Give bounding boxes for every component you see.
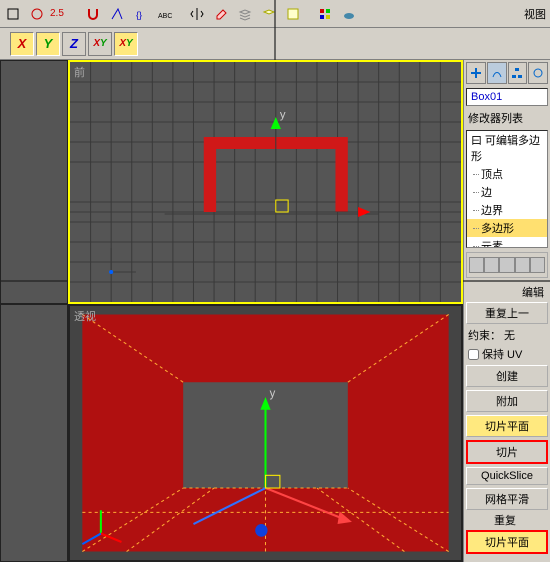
modstack-item[interactable]: 边 [467, 183, 547, 201]
modstack-item[interactable]: 元素 [467, 237, 547, 248]
viewport-label: 前 [74, 64, 85, 80]
modstack-item[interactable]: 多边形 [467, 219, 547, 237]
viewport-label: 透视 [74, 308, 96, 324]
svg-text:y: y [280, 109, 286, 121]
svg-text:y: y [270, 388, 276, 400]
viewport-area: 前 [0, 60, 463, 562]
modifier-stack[interactable]: 曰 可编辑多边形 顶点 边 边界 多边形 元素 [466, 130, 548, 248]
viewport-perspective[interactable]: 透视 [68, 304, 463, 562]
viewport-small-top[interactable] [0, 60, 68, 304]
modstack-item[interactable]: 边界 [467, 201, 547, 219]
modstack-item[interactable]: 顶点 [467, 165, 547, 183]
modstack-root[interactable]: 曰 可编辑多边形 [467, 131, 547, 165]
viewport-front[interactable]: 前 [68, 60, 463, 304]
